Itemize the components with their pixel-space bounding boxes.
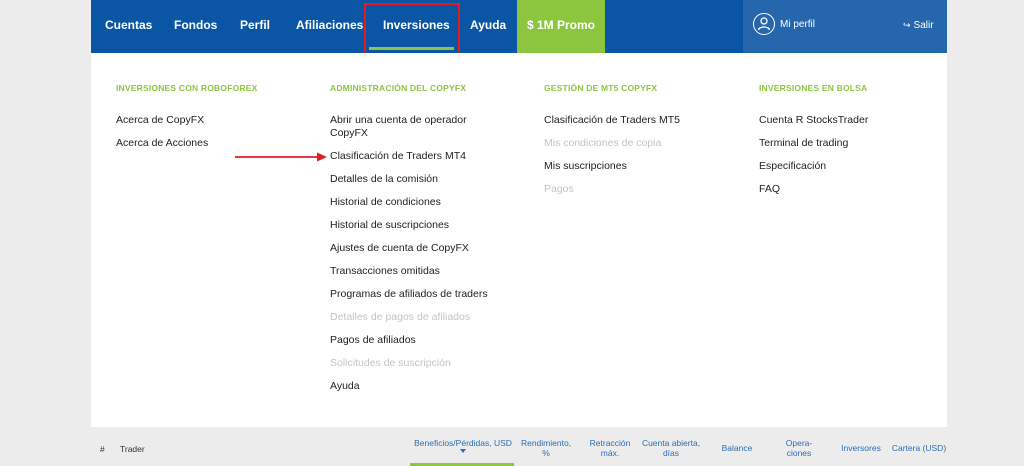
highlight-box <box>364 3 460 57</box>
menu-item-conditions-history[interactable]: Historial de condiciones <box>330 196 488 209</box>
column-header-label: Opera- <box>785 438 813 448</box>
column-title: GESTIÓN DE MT5 COPYFX <box>544 83 658 93</box>
menu-item-traders-rating-mt4[interactable]: Clasificación de Traders MT4 <box>330 150 488 163</box>
menu-item-traders-rating-mt5[interactable]: Clasificación de Traders MT5 <box>544 114 680 127</box>
top-nav-bar: Cuentas Fondos Perfil Afiliaciones Inver… <box>91 0 947 53</box>
menu-item-payments: Pagos <box>544 183 574 195</box>
column-header-profit-loss[interactable]: Beneficios/Pérdidas, USD <box>412 438 514 453</box>
menu-item-faq[interactable]: FAQ <box>759 183 868 196</box>
menu-column-stock-investments: INVERSIONES EN BOLSA Cuenta R StocksTrad… <box>759 83 868 206</box>
menu-item-subscriptions-history[interactable]: Historial de suscripciones <box>330 219 488 232</box>
column-header-label: ciones <box>786 448 812 458</box>
investments-dropdown: INVERSIONES CON ROBOFOREX Acerca de Copy… <box>91 53 947 427</box>
column-header-portfolio[interactable]: Cartera (USD) <box>890 443 948 453</box>
nav-afiliaciones[interactable]: Afiliaciones <box>296 0 363 53</box>
user-icon[interactable] <box>753 13 775 35</box>
menu-item-my-copy-conditions: Mis condiciones de copia <box>544 137 662 149</box>
menu-item-commission-details[interactable]: Detalles de la comisión <box>330 173 488 186</box>
column-header-label: Retracción <box>589 438 631 448</box>
sort-down-icon <box>460 449 466 453</box>
column-header-trades[interactable]: Opera- ciones <box>779 438 819 458</box>
column-header-label: días <box>662 448 680 458</box>
column-header-label: Rendimiento, <box>520 438 572 448</box>
nav-perfil[interactable]: Perfil <box>240 0 270 53</box>
menu-item-open-operator-account[interactable]: Abrir una cuenta de operador CopyFX <box>330 114 480 140</box>
annotation-arrow-icon <box>235 152 327 162</box>
column-header-max-drawdown[interactable]: Retracción máx. <box>585 438 635 458</box>
column-header-balance[interactable]: Balance <box>717 443 757 453</box>
menu-item-help[interactable]: Ayuda <box>330 380 488 393</box>
menu-item-my-subscriptions[interactable]: Mis suscripciones <box>544 160 680 173</box>
nav-ayuda[interactable]: Ayuda <box>470 0 506 53</box>
nav-cuentas[interactable]: Cuentas <box>105 0 152 53</box>
logout-icon: ↪ <box>903 20 911 30</box>
menu-item-trader-affiliate-programs[interactable]: Programas de afiliados de traders <box>330 288 488 301</box>
menu-item-affiliate-payments[interactable]: Pagos de afiliados <box>330 334 488 347</box>
column-header-label: % <box>542 448 550 458</box>
menu-item-trading-terminal[interactable]: Terminal de trading <box>759 137 868 150</box>
my-profile-link[interactable]: Mi perfil <box>780 0 815 50</box>
menu-item-subscription-requests: Solicitudes de suscripción <box>330 357 451 369</box>
column-title: INVERSIONES CON ROBOFOREX <box>116 83 258 93</box>
column-title: INVERSIONES EN BOLSA <box>759 83 868 93</box>
menu-item-affiliate-payment-details: Detalles de pagos de afiliados <box>330 311 471 323</box>
column-header-trader[interactable]: Trader <box>120 444 145 454</box>
logout-label: Salir <box>913 20 934 31</box>
column-header-account-age[interactable]: Cuenta abierta, días <box>639 438 703 458</box>
menu-item-specification[interactable]: Especificación <box>759 160 868 173</box>
menu-item-r-stockstrader-account[interactable]: Cuenta R StocksTrader <box>759 114 868 127</box>
profile-area: Mi perfil ↪ Salir <box>743 0 947 53</box>
promo-button[interactable]: $ 1M Promo <box>517 0 605 53</box>
column-header-label: Cuenta abierta, <box>641 438 701 448</box>
menu-column-copyfx-admin: ADMINISTRACIÓN DEL COPYFX Abrir una cuen… <box>330 83 488 403</box>
column-header-investors[interactable]: Inversores <box>837 443 885 453</box>
traders-table-header: # Trader Beneficios/Pérdidas, USD Rendim… <box>91 432 947 466</box>
menu-column-roboforex: INVERSIONES CON ROBOFOREX Acerca de Copy… <box>116 83 258 160</box>
column-header-index: # <box>100 444 105 454</box>
menu-column-mt5-copyfx: GESTIÓN DE MT5 COPYFX Clasificación de T… <box>544 83 680 206</box>
column-header-return[interactable]: Rendimiento, % <box>519 438 573 458</box>
nav-fondos[interactable]: Fondos <box>174 0 217 53</box>
column-header-label: máx. <box>600 448 620 458</box>
column-header-label: Beneficios/Pérdidas, USD <box>414 438 512 448</box>
menu-item-about-stocks[interactable]: Acerca de Acciones <box>116 137 258 150</box>
logout-button[interactable]: ↪ Salir <box>903 0 934 51</box>
column-title: ADMINISTRACIÓN DEL COPYFX <box>330 83 467 93</box>
menu-item-about-copyfx[interactable]: Acerca de CopyFX <box>116 114 258 127</box>
menu-item-skipped-transactions[interactable]: Transacciones omitidas <box>330 265 488 278</box>
menu-item-copyfx-settings[interactable]: Ajustes de cuenta de CopyFX <box>330 242 488 255</box>
